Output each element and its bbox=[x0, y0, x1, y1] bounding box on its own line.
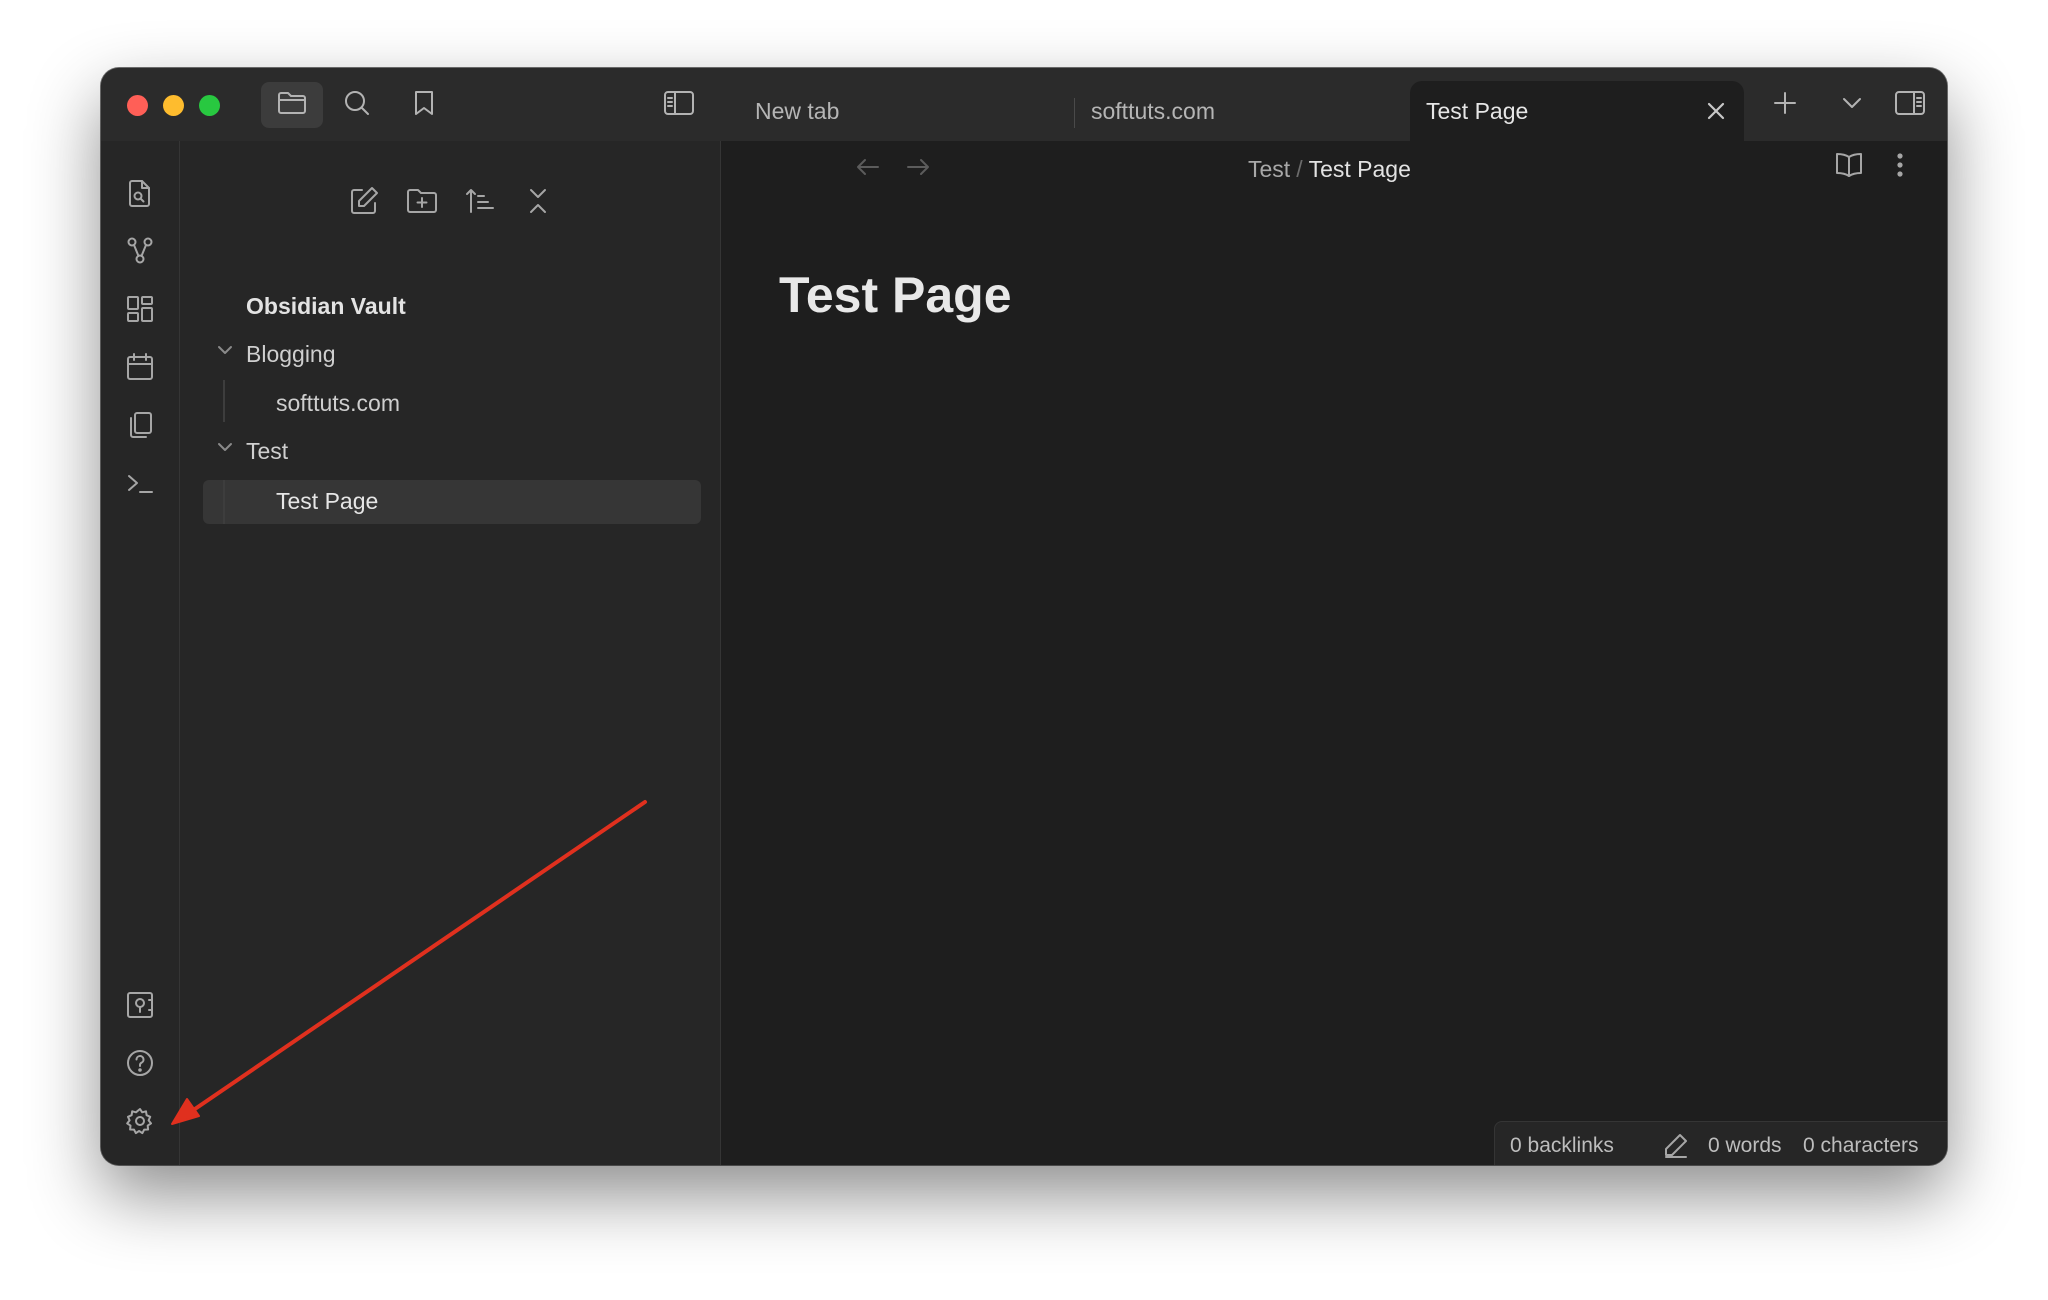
file-test-page[interactable]: Test Page bbox=[276, 488, 378, 515]
tab-list-button[interactable] bbox=[1829, 82, 1875, 128]
arrow-left-icon bbox=[853, 159, 883, 186]
search-button[interactable] bbox=[334, 82, 380, 128]
vault-switcher-button[interactable] bbox=[120, 987, 160, 1027]
tree-guide-line bbox=[223, 480, 225, 524]
daily-note-icon bbox=[125, 352, 155, 387]
vault-name[interactable]: Obsidian Vault bbox=[246, 293, 406, 320]
bookmarks-button[interactable] bbox=[401, 82, 447, 128]
daily-note-button[interactable] bbox=[120, 349, 160, 389]
title-bar: New tab softtuts.com Test Page bbox=[101, 68, 1947, 141]
tab-label: softtuts.com bbox=[1091, 97, 1215, 124]
new-note-button[interactable] bbox=[342, 181, 386, 225]
note-title[interactable]: Test Page bbox=[779, 266, 1012, 324]
folder-icon bbox=[277, 90, 307, 121]
arrow-right-icon bbox=[903, 159, 933, 186]
tab-label: Test Page bbox=[1426, 97, 1529, 124]
breadcrumb-folder[interactable]: Test bbox=[1248, 156, 1290, 182]
tab-label: New tab bbox=[755, 97, 840, 124]
reading-view-button[interactable] bbox=[1828, 146, 1870, 188]
graph-view-icon bbox=[125, 236, 155, 271]
navigate-forward-button[interactable] bbox=[903, 152, 933, 182]
templates-icon bbox=[125, 410, 155, 445]
status-bar: 0 backlinks 0 words 0 characters bbox=[1494, 1121, 1947, 1165]
right-sidebar-icon bbox=[1894, 90, 1926, 121]
quick-switcher-icon bbox=[126, 178, 154, 213]
character-count: 0 characters bbox=[1803, 1134, 1919, 1157]
folder-blogging[interactable]: Blogging bbox=[246, 341, 336, 368]
tab-new-tab[interactable]: New tab bbox=[755, 81, 1055, 141]
tree-guide-line bbox=[223, 380, 225, 422]
more-vertical-icon bbox=[1896, 152, 1904, 183]
collapse-all-icon bbox=[524, 186, 552, 221]
graph-view-button[interactable] bbox=[120, 233, 160, 273]
close-window-button[interactable] bbox=[127, 95, 148, 116]
command-palette-icon bbox=[125, 468, 155, 503]
help-button[interactable] bbox=[120, 1045, 160, 1085]
sort-icon bbox=[464, 186, 496, 221]
minimize-window-button[interactable] bbox=[163, 95, 184, 116]
new-folder-button[interactable] bbox=[400, 181, 444, 225]
search-icon bbox=[343, 89, 371, 122]
toggle-right-sidebar-button[interactable] bbox=[1887, 82, 1933, 128]
file-softtuts[interactable]: softtuts.com bbox=[276, 390, 400, 417]
chevron-down-icon[interactable] bbox=[215, 437, 235, 457]
tab-test-page[interactable]: Test Page bbox=[1410, 81, 1744, 141]
settings-button[interactable] bbox=[120, 1103, 160, 1143]
maximize-window-button[interactable] bbox=[199, 95, 220, 116]
navigate-back-button[interactable] bbox=[853, 152, 883, 182]
chevron-down-icon[interactable] bbox=[215, 340, 235, 360]
files-tab-button[interactable] bbox=[261, 82, 323, 128]
canvas-icon bbox=[125, 294, 155, 329]
toggle-left-sidebar-button[interactable] bbox=[656, 82, 702, 128]
breadcrumb-current[interactable]: Test Page bbox=[1309, 156, 1411, 182]
new-folder-icon bbox=[406, 186, 438, 221]
tab-divider bbox=[1074, 98, 1075, 128]
canvas-button[interactable] bbox=[120, 291, 160, 331]
word-count: 0 words bbox=[1708, 1134, 1782, 1157]
gear-icon bbox=[125, 1106, 155, 1141]
new-tab-icon bbox=[1772, 90, 1798, 121]
breadcrumb: Test / Test Page bbox=[1248, 156, 1411, 183]
sidebar-toggle-icon bbox=[663, 90, 695, 121]
close-icon[interactable] bbox=[1704, 99, 1728, 123]
new-tab-button[interactable] bbox=[1762, 82, 1808, 128]
collapse-all-button[interactable] bbox=[516, 181, 560, 225]
templates-button[interactable] bbox=[120, 407, 160, 447]
command-palette-button[interactable] bbox=[120, 465, 160, 505]
more-options-button[interactable] bbox=[1882, 146, 1918, 188]
ribbon bbox=[101, 141, 180, 1165]
file-explorer: Obsidian Vault Blogging softtuts.com Tes… bbox=[180, 141, 721, 1165]
help-icon bbox=[125, 1048, 155, 1083]
folder-test[interactable]: Test bbox=[246, 438, 288, 465]
new-note-icon bbox=[348, 185, 380, 222]
bookmark-icon bbox=[412, 89, 436, 122]
breadcrumb-separator: / bbox=[1296, 156, 1303, 182]
tab-softtuts[interactable]: softtuts.com bbox=[1091, 81, 1391, 141]
quick-switcher-button[interactable] bbox=[120, 175, 160, 215]
app-window: New tab softtuts.com Test Page Obsidian … bbox=[101, 68, 1947, 1165]
book-open-icon bbox=[1834, 151, 1864, 184]
sort-button[interactable] bbox=[458, 181, 502, 225]
chevron-down-icon bbox=[1840, 91, 1864, 120]
vault-icon bbox=[125, 990, 155, 1025]
edit-mode-icon[interactable] bbox=[1663, 1132, 1689, 1158]
backlinks-count[interactable]: 0 backlinks bbox=[1510, 1134, 1614, 1158]
